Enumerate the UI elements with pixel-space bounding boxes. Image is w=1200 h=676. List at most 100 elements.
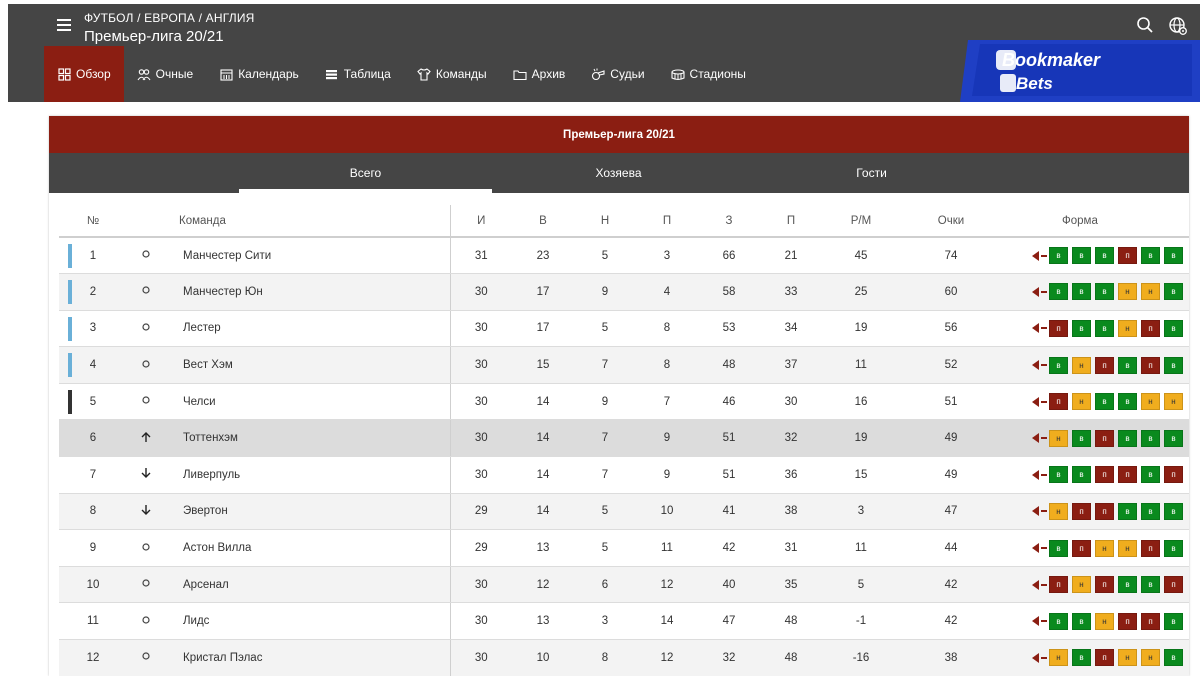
header-goals-against[interactable]: П: [760, 205, 822, 238]
form-result-badge[interactable]: н: [1049, 429, 1068, 447]
form-result-badge[interactable]: в: [1141, 429, 1160, 447]
search-icon[interactable]: [1136, 16, 1154, 36]
header-drawn[interactable]: Н: [574, 205, 636, 238]
table-row[interactable]: 2 Манчестер Юн 30 17 9 4 58 33 25 60 в в в н н в: [59, 273, 1189, 311]
form-result-badge[interactable]: п: [1118, 466, 1137, 484]
form-result-badge[interactable]: в: [1118, 502, 1137, 520]
nav-item-3[interactable]: Календарь: [206, 46, 312, 102]
form-result-badge[interactable]: н: [1141, 649, 1160, 667]
form-result-badge[interactable]: в: [1118, 356, 1137, 374]
form-result-badge[interactable]: п: [1095, 649, 1114, 667]
form-result-badge[interactable]: н: [1049, 649, 1068, 667]
form-result-badge[interactable]: п: [1049, 319, 1068, 337]
table-row[interactable]: 7 Ливерпуль 30 14 7 9 51 36 15 49 в в п п в п: [59, 456, 1189, 494]
nav-item-1[interactable]: Обзор: [44, 46, 124, 102]
form-result-badge[interactable]: п: [1095, 576, 1114, 594]
form-result-badge[interactable]: н: [1072, 576, 1091, 594]
tab-away[interactable]: Гости: [745, 153, 998, 193]
form-result-badge[interactable]: п: [1095, 356, 1114, 374]
table-row[interactable]: 10 Арсенал 30 12 6 12 40 35 5 42 п н п в в п: [59, 566, 1189, 604]
form-result-badge[interactable]: п: [1095, 429, 1114, 447]
form-result-badge[interactable]: п: [1095, 466, 1114, 484]
team-name[interactable]: Ливерпуль: [179, 456, 451, 494]
form-result-badge[interactable]: в: [1164, 356, 1183, 374]
form-result-badge[interactable]: п: [1072, 502, 1091, 520]
header-goal-diff[interactable]: Р/М: [822, 205, 900, 238]
header-lost[interactable]: П: [636, 205, 698, 238]
form-result-badge[interactable]: н: [1072, 356, 1091, 374]
form-result-badge[interactable]: н: [1141, 283, 1160, 301]
form-result-badge[interactable]: н: [1095, 612, 1114, 630]
table-row[interactable]: 9 Астон Вилла 29 13 5 11 42 31 11 44 в п н н п в: [59, 529, 1189, 567]
form-result-badge[interactable]: в: [1072, 283, 1091, 301]
table-row[interactable]: 11 Лидс 30 13 3 14 47 48 -1 42 в в н п п в: [59, 602, 1189, 641]
form-result-badge[interactable]: п: [1072, 539, 1091, 557]
header-played[interactable]: И: [450, 205, 512, 238]
form-result-badge[interactable]: н: [1072, 393, 1091, 411]
form-result-badge[interactable]: в: [1049, 283, 1068, 301]
form-result-badge[interactable]: в: [1164, 429, 1183, 447]
form-result-badge[interactable]: в: [1049, 539, 1068, 557]
form-result-badge[interactable]: в: [1072, 466, 1091, 484]
team-name[interactable]: Лестер: [179, 310, 451, 348]
form-result-badge[interactable]: в: [1072, 247, 1091, 265]
form-result-badge[interactable]: н: [1118, 283, 1137, 301]
team-name[interactable]: Кристал Пэлас: [179, 639, 451, 676]
form-result-badge[interactable]: в: [1072, 319, 1091, 337]
team-name[interactable]: Арсенал: [179, 566, 451, 604]
table-row[interactable]: 12 Кристал Пэлас 30 10 8 12 32 48 -16 38 н в п н н в: [59, 639, 1189, 676]
form-result-badge[interactable]: п: [1141, 539, 1160, 557]
breadcrumb[interactable]: ФУТБОЛ / ЕВРОПА / АНГЛИЯ: [84, 11, 255, 25]
header-team[interactable]: Команда: [179, 205, 451, 238]
bookmaker-bets-logo[interactable]: Bookmaker Bets: [960, 40, 1200, 102]
tab-total[interactable]: Всего: [239, 153, 492, 193]
form-result-badge[interactable]: в: [1141, 502, 1160, 520]
team-name[interactable]: Манчестер Юн: [179, 273, 451, 311]
form-result-badge[interactable]: в: [1118, 429, 1137, 447]
nav-item-5[interactable]: Команды: [404, 46, 500, 102]
team-name[interactable]: Манчестер Сити: [179, 237, 451, 275]
team-name[interactable]: Тоттенхэм: [179, 419, 451, 458]
tab-home[interactable]: Хозяева: [492, 153, 745, 193]
table-row[interactable]: 4 Вест Хэм 30 15 7 8 48 37 11 52 в н п в п в: [59, 346, 1189, 384]
form-result-badge[interactable]: в: [1164, 649, 1183, 667]
header-won[interactable]: В: [512, 205, 574, 238]
form-result-badge[interactable]: н: [1164, 393, 1183, 411]
form-result-badge[interactable]: в: [1164, 283, 1183, 301]
form-result-badge[interactable]: в: [1118, 576, 1137, 594]
form-result-badge[interactable]: в: [1141, 576, 1160, 594]
form-result-badge[interactable]: в: [1072, 612, 1091, 630]
table-row[interactable]: 5 Челси 30 14 9 7 46 30 16 51 п н в в н н: [59, 383, 1189, 421]
header-goals-for[interactable]: З: [698, 205, 760, 238]
table-row[interactable]: 8 Эвертон 29 14 5 10 41 38 3 47 н п п в в в: [59, 493, 1189, 531]
nav-item-6[interactable]: Архив: [500, 46, 579, 102]
form-result-badge[interactable]: н: [1118, 539, 1137, 557]
menu-icon[interactable]: [57, 19, 71, 31]
form-result-badge[interactable]: в: [1095, 393, 1114, 411]
form-result-badge[interactable]: п: [1049, 576, 1068, 594]
nav-item-8[interactable]: Стадионы: [658, 46, 759, 102]
form-result-badge[interactable]: п: [1118, 247, 1137, 265]
table-row[interactable]: 1 Манчестер Сити 31 23 5 3 66 21 45 74 в в в п в в: [59, 237, 1189, 275]
form-result-badge[interactable]: п: [1164, 466, 1183, 484]
form-result-badge[interactable]: в: [1164, 319, 1183, 337]
form-result-badge[interactable]: н: [1141, 393, 1160, 411]
header-points[interactable]: Очки: [900, 205, 1002, 238]
nav-item-4[interactable]: Таблица: [312, 46, 404, 102]
team-name[interactable]: Челси: [179, 383, 451, 421]
table-row[interactable]: 3 Лестер 30 17 5 8 53 34 19 56 п в в н п в: [59, 310, 1189, 348]
form-result-badge[interactable]: в: [1049, 356, 1068, 374]
form-result-badge[interactable]: в: [1095, 283, 1114, 301]
team-name[interactable]: Вест Хэм: [179, 346, 451, 384]
form-result-badge[interactable]: в: [1164, 502, 1183, 520]
form-result-badge[interactable]: в: [1164, 612, 1183, 630]
form-result-badge[interactable]: п: [1141, 612, 1160, 630]
form-result-badge[interactable]: в: [1095, 319, 1114, 337]
form-result-badge[interactable]: в: [1164, 539, 1183, 557]
form-result-badge[interactable]: в: [1141, 466, 1160, 484]
form-result-badge[interactable]: п: [1049, 393, 1068, 411]
team-name[interactable]: Эвертон: [179, 493, 451, 531]
form-result-badge[interactable]: п: [1164, 576, 1183, 594]
form-result-badge[interactable]: в: [1141, 247, 1160, 265]
form-result-badge[interactable]: в: [1118, 393, 1137, 411]
